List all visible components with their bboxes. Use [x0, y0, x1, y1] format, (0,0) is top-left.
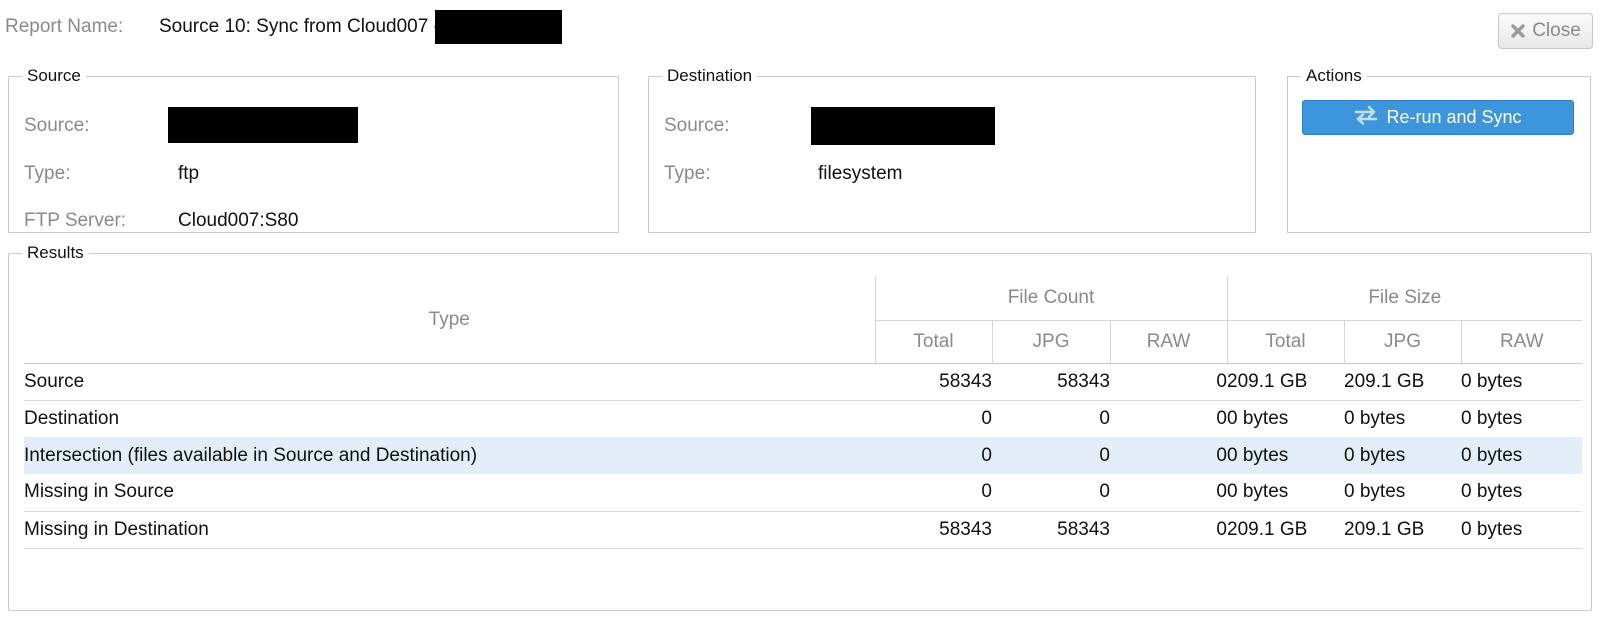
- row-count-total: 0: [875, 437, 992, 474]
- row-size-jpg: 0 bytes: [1344, 474, 1461, 512]
- rerun-and-sync-label: Re-run and Sync: [1386, 107, 1522, 127]
- type-value: ftp: [178, 163, 200, 184]
- row-count-raw: 0: [1110, 474, 1227, 512]
- source-label: Source:: [24, 115, 90, 136]
- row-type: Missing in Destination: [24, 511, 875, 549]
- row-count-total: 0: [875, 474, 992, 512]
- destination-type-label: Type:: [664, 163, 711, 184]
- sync-arrows-icon: [1354, 105, 1378, 130]
- close-button[interactable]: Close: [1498, 13, 1593, 49]
- table-row: Missing in Source 0 0 0 0 bytes 0 bytes …: [24, 474, 1582, 512]
- row-size-raw: 0 bytes: [1461, 362, 1582, 401]
- row-count-total: 0: [981, 407, 992, 429]
- row-count-jpg: 58343: [992, 511, 1110, 549]
- column-header-count-total[interactable]: Total: [874, 320, 992, 364]
- type-label: Type:: [24, 163, 71, 184]
- destination-type-value: filesystem: [818, 163, 903, 184]
- row-size-jpg: 0 bytes: [1344, 437, 1461, 474]
- column-group-file-size: File Size: [1226, 277, 1582, 321]
- destination-panel: Destination Source: Type: filesystem: [648, 66, 1256, 233]
- column-group-file-count: File Count: [874, 277, 1227, 321]
- row-count-raw: 0: [1110, 362, 1227, 401]
- row-size-total: 209.1 GB: [1227, 511, 1344, 549]
- ftp-server-label: FTP Server:: [24, 210, 127, 231]
- redacted-block: [435, 10, 562, 44]
- table-row: Intersection (files available in Source …: [24, 437, 1582, 474]
- rerun-and-sync-button[interactable]: Re-run and Sync: [1302, 100, 1574, 135]
- row-count-raw: 0: [1216, 407, 1227, 429]
- row-size-raw: 0 bytes: [1461, 474, 1582, 512]
- column-header-count-raw[interactable]: RAW: [1109, 320, 1227, 364]
- close-button-label: Close: [1532, 20, 1581, 41]
- row-size-total: 209.1 GB: [1227, 362, 1344, 401]
- row-size-total: 0 bytes: [1227, 474, 1344, 512]
- destination-source-label: Source:: [664, 115, 730, 136]
- row-count-jpg: 58343: [992, 362, 1110, 401]
- row-size-total: 0 bytes: [1227, 437, 1344, 474]
- row-type: Intersection (files available in Source …: [24, 437, 875, 474]
- results-panel: Results Type File Count File Size Total …: [8, 243, 1592, 611]
- table-row: Destination 0 0 0 0 bytes 0 bytes 0 byte…: [24, 400, 1582, 437]
- row-size-total: 0 bytes: [1227, 407, 1289, 429]
- column-header-size-raw[interactable]: RAW: [1460, 320, 1582, 364]
- row-count-raw: 0: [1110, 437, 1227, 474]
- report-name-label: Report Name:: [5, 16, 124, 37]
- row-count-raw: 0: [1110, 511, 1227, 549]
- close-x-icon: [1510, 23, 1526, 39]
- redacted-source-value: [168, 107, 358, 143]
- actions-panel-legend: Actions: [1306, 66, 1362, 85]
- row-type: Missing in Source: [24, 474, 875, 512]
- column-header-size-total[interactable]: Total: [1226, 320, 1344, 364]
- row-size-jpg: 0 bytes: [1344, 407, 1406, 429]
- row-count-jpg: 0: [992, 474, 1110, 512]
- column-header-count-jpg[interactable]: JPG: [991, 320, 1110, 364]
- row-count-total: 58343: [875, 511, 992, 549]
- row-type: Source: [24, 362, 875, 401]
- table-row: Source 58343 58343 0 209.1 GB 209.1 GB 0…: [24, 362, 1582, 401]
- report-name-value: Source 10: Sync from Cloud007 -: [159, 16, 440, 37]
- row-count-jpg: 0: [992, 437, 1110, 474]
- actions-panel: Actions Re-run and Sync: [1287, 66, 1591, 233]
- row-count-jpg: 0: [1099, 407, 1110, 429]
- row-size-raw: 0 bytes: [1461, 407, 1523, 429]
- row-size-jpg: 209.1 GB: [1344, 362, 1461, 401]
- column-header-size-jpg[interactable]: JPG: [1343, 320, 1461, 364]
- redacted-destination-value: [811, 107, 995, 145]
- destination-panel-legend: Destination: [667, 66, 753, 85]
- results-table: Type File Count File Size Total JPG RAW …: [24, 277, 1582, 549]
- column-header-type[interactable]: Type: [24, 277, 875, 364]
- results-panel-legend: Results: [27, 243, 84, 262]
- source-panel: Source Source: Type: ftp FTP Server: Clo…: [8, 66, 619, 233]
- row-count-total: 58343: [875, 362, 992, 401]
- table-row: Missing in Destination 58343 58343 0 209…: [24, 511, 1582, 549]
- row-type: Destination: [24, 407, 120, 429]
- row-size-raw: 0 bytes: [1461, 511, 1582, 549]
- row-size-jpg: 209.1 GB: [1344, 511, 1461, 549]
- row-size-raw: 0 bytes: [1461, 437, 1582, 474]
- ftp-server-value: Cloud007:S80: [178, 210, 299, 231]
- source-panel-legend: Source: [27, 66, 81, 85]
